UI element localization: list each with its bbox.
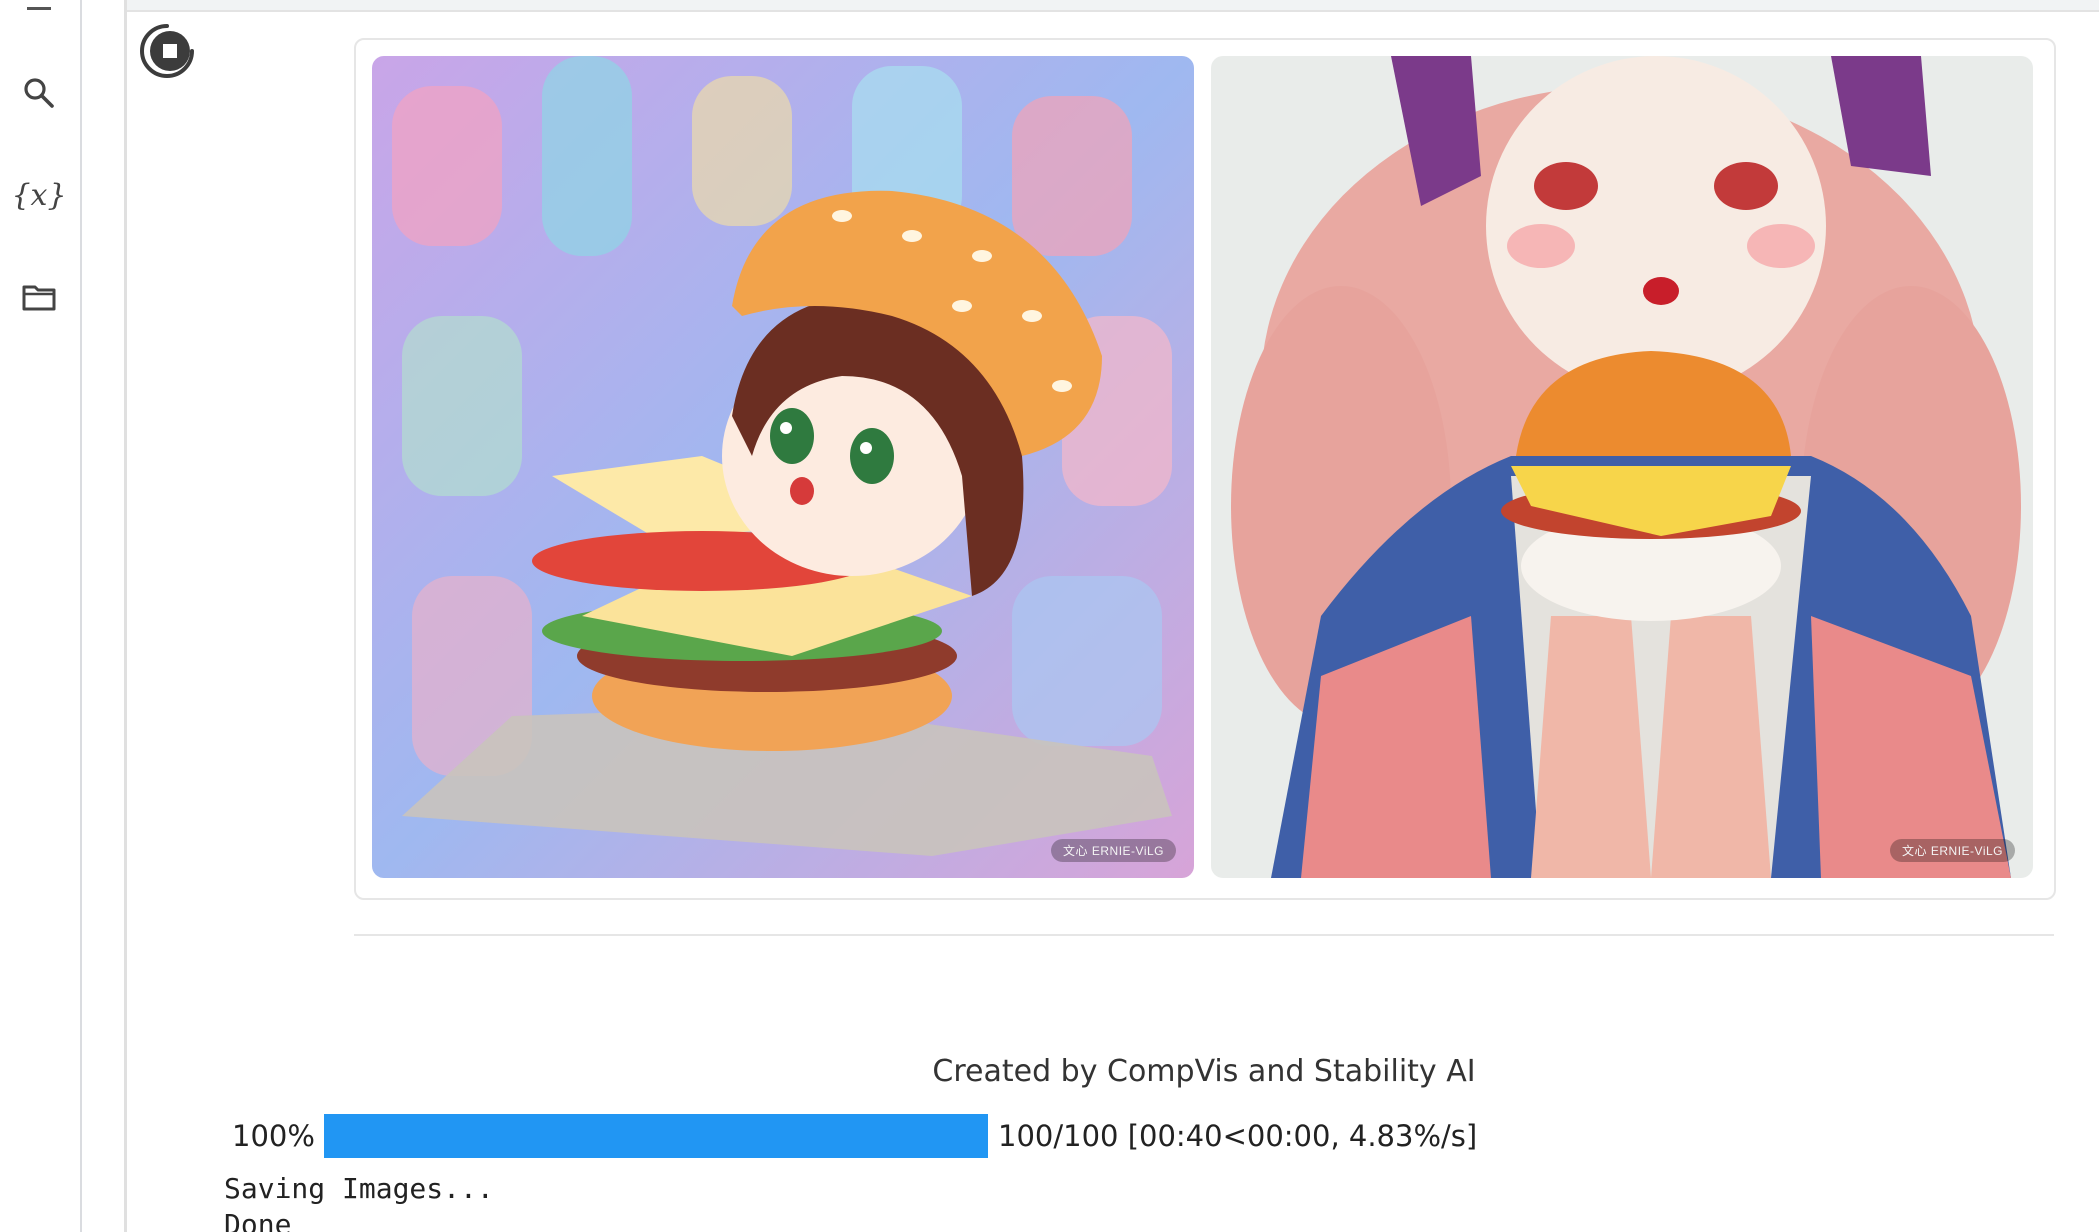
search-icon[interactable] (18, 72, 60, 114)
folder-icon[interactable] (18, 276, 60, 318)
cell-stop-button[interactable] (136, 20, 198, 82)
left-sidebar: {x} (0, 0, 82, 1232)
variables-icon-label: {x} (11, 177, 67, 213)
progress-percent: 100% (232, 1119, 315, 1153)
variables-icon[interactable]: {x} (11, 174, 66, 216)
stop-icon (140, 24, 194, 78)
table-of-contents-icon[interactable] (18, 0, 60, 24)
colab-notebook: {x} 文心 ERNIE-ViLG 文心 ERNIE-ViLG Created … (0, 0, 2099, 1232)
progress-bar-row: 100% 100/100 [00:40<00:00, 4.83%/s] (232, 1113, 1477, 1159)
progress-stats: 100/100 [00:40<00:00, 4.83%/s] (998, 1119, 1478, 1153)
output-caption: Created by CompVis and Stability AI (932, 1054, 1476, 1089)
girl-holding-burger-image (1211, 56, 2033, 878)
progress-bar (324, 1114, 988, 1158)
burger-girl-image (372, 56, 1194, 878)
watermark-label: 文心 ERNIE-ViLG (1051, 839, 1176, 862)
watermark-label: 文心 ERNIE-ViLG (1890, 839, 2015, 862)
cell-top-edge (127, 0, 2099, 12)
output-divider (354, 934, 2054, 936)
progress-bar-fill (324, 1114, 988, 1158)
console-line-done: Done (224, 1208, 292, 1232)
generated-image-2: 文心 ERNIE-ViLG (1211, 56, 2033, 878)
cell-gutter (124, 0, 127, 1232)
generated-image-1: 文心 ERNIE-ViLG (372, 56, 1194, 878)
console-line-saving: Saving Images... (224, 1172, 494, 1205)
